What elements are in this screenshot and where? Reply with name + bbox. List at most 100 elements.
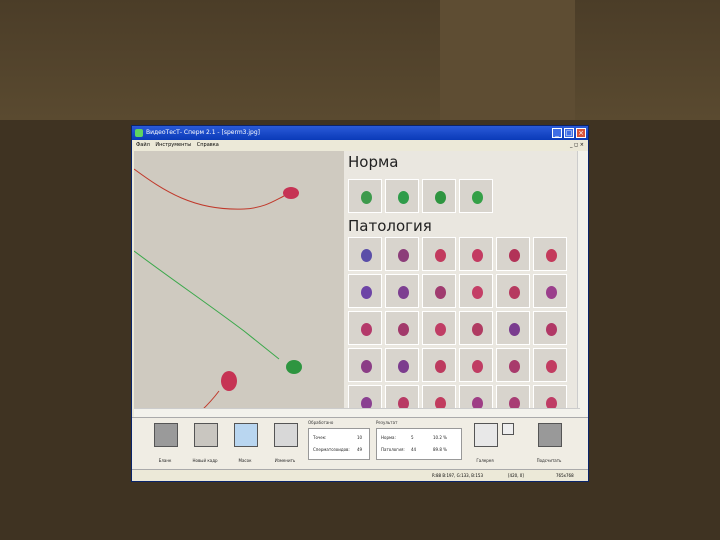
sperm-head-icon <box>509 323 520 336</box>
sperm-head-icon <box>472 191 483 204</box>
mask-icon <box>234 423 258 447</box>
refresh-button[interactable] <box>502 422 516 464</box>
presentation-background-shape <box>440 0 575 120</box>
sperm-head-icon <box>546 249 557 262</box>
sperm-head-icon <box>361 286 372 299</box>
status-bar: R:88 B:197, G:133, B:153 [420, 0] 765x76… <box>132 469 588 481</box>
minimize-button[interactable]: _ <box>552 128 562 138</box>
sperm-head-icon <box>435 249 446 262</box>
pathology-thumb[interactable] <box>385 348 419 382</box>
menu-file[interactable]: Файл <box>136 142 150 148</box>
sperm-value: 49 <box>357 447 363 452</box>
norm-percent: 10.2 % <box>433 435 447 440</box>
gallery-button[interactable]: Галерея <box>466 422 504 464</box>
count-icon <box>538 423 562 447</box>
status-rgb: R:88 B:197, G:133, B:153 <box>432 473 483 478</box>
bottom-toolbar: Бланк Новый кадр Масок Изменить Обработа… <box>132 417 588 470</box>
sperm-head-icon <box>472 323 483 336</box>
title-bar[interactable]: ВидеоТесТ- Сперм 2.1 - [sperm3.jpg] _ □ … <box>132 126 588 140</box>
pathology-thumb[interactable] <box>385 274 419 308</box>
microscope-image[interactable] <box>134 151 344 434</box>
results-box: Норма: 5 10.2 % Патология: 44 89.8 % <box>376 428 462 460</box>
pathology-thumb[interactable] <box>385 311 419 345</box>
results-group-label: Результат <box>376 420 398 425</box>
app-icon <box>135 129 143 137</box>
sperm-head-icon <box>361 191 372 204</box>
pathology-thumb[interactable] <box>348 237 382 271</box>
new-frame-icon <box>194 423 218 447</box>
pathology-thumb[interactable] <box>459 348 493 382</box>
norm-thumb[interactable] <box>422 179 456 213</box>
sperm-head-icon <box>509 249 520 262</box>
sperm-head-icon <box>435 286 446 299</box>
menu-tools[interactable]: Инструменты <box>155 142 191 148</box>
sperm-head-icon <box>361 249 372 262</box>
pathology-thumb[interactable] <box>348 274 382 308</box>
pathology-thumb[interactable] <box>496 348 530 382</box>
refresh-icon <box>502 423 514 435</box>
pathology-thumb[interactable] <box>533 237 567 271</box>
sperm-head-icon <box>472 286 483 299</box>
sperm-head-icon <box>472 249 483 262</box>
count-button[interactable]: Подсчитать <box>530 422 568 464</box>
vertical-scrollbar[interactable] <box>577 151 588 434</box>
norm-thumb[interactable] <box>459 179 493 213</box>
maximize-button[interactable]: □ <box>564 128 574 138</box>
counted-value: 10 <box>357 435 363 440</box>
norm-thumb[interactable] <box>385 179 419 213</box>
pathology-thumb[interactable] <box>533 274 567 308</box>
sperm-head-icon <box>435 323 446 336</box>
form-icon <box>154 423 178 447</box>
sperm-head-icon <box>546 323 557 336</box>
sperm-head-icon <box>398 286 409 299</box>
pathology-thumb[interactable] <box>533 311 567 345</box>
sperm-head-icon <box>361 323 372 336</box>
pathology-thumb[interactable] <box>422 348 456 382</box>
pathology-percent: 89.8 % <box>433 447 447 452</box>
pathology-thumb[interactable] <box>459 311 493 345</box>
sperm-head-icon <box>509 360 520 373</box>
pathology-thumb[interactable] <box>459 274 493 308</box>
norm-thumb[interactable] <box>348 179 382 213</box>
mdi-controls[interactable]: _ ◻ × <box>570 140 584 150</box>
status-size: 765x768 <box>556 473 574 478</box>
sperm-head-icon <box>435 191 446 204</box>
sperm-head-icon <box>472 360 483 373</box>
sperm-head-icon <box>398 249 409 262</box>
gallery-panel: Норма Патология <box>344 151 580 434</box>
pathology-thumb[interactable] <box>385 237 419 271</box>
sperm-head-icon <box>361 360 372 373</box>
sperm-head-icon <box>546 360 557 373</box>
processed-box: Точек: 10 Сперматозоидов: 49 <box>308 428 370 460</box>
grid-icon <box>474 423 498 447</box>
pathology-thumb[interactable] <box>459 237 493 271</box>
new-frame-button[interactable]: Новый кадр <box>186 422 224 464</box>
sperm-head-icon <box>398 360 409 373</box>
pathology-thumb[interactable] <box>533 348 567 382</box>
sperm-head-icon <box>398 323 409 336</box>
sperm-head-icon <box>546 286 557 299</box>
sperm-head-icon <box>435 360 446 373</box>
menu-help[interactable]: Справка <box>197 142 219 148</box>
status-coords: [420, 0] <box>508 473 524 478</box>
pathology-title: Патология <box>348 217 432 235</box>
pathology-thumb[interactable] <box>422 311 456 345</box>
pathology-thumb[interactable] <box>496 274 530 308</box>
mask-button[interactable]: Масок <box>226 422 264 464</box>
pathology-thumb[interactable] <box>348 311 382 345</box>
sperm-head-icon <box>509 286 520 299</box>
edit-icon <box>274 423 298 447</box>
app-window: ВидеоТесТ- Сперм 2.1 - [sperm3.jpg] _ □ … <box>131 125 589 482</box>
menu-bar: Файл Инструменты Справка _ ◻ × <box>132 140 588 150</box>
norm-title: Норма <box>348 153 399 171</box>
pathology-thumb[interactable] <box>348 348 382 382</box>
close-button[interactable]: × <box>576 128 586 138</box>
window-title: ВидеоТесТ- Сперм 2.1 - [sperm3.jpg] <box>146 129 261 136</box>
pathology-thumb[interactable] <box>496 311 530 345</box>
pathology-thumb[interactable] <box>496 237 530 271</box>
form-button[interactable]: Бланк <box>146 422 184 464</box>
edit-button[interactable]: Изменить <box>266 422 304 464</box>
pathology-thumb[interactable] <box>422 274 456 308</box>
pathology-thumb[interactable] <box>422 237 456 271</box>
sperm-head-icon <box>398 191 409 204</box>
